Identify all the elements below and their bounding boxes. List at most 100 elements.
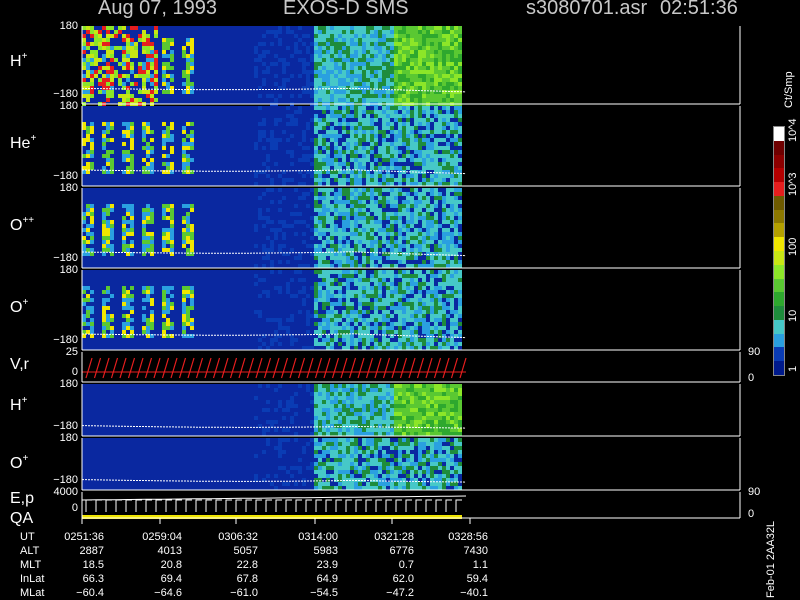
colorbar-segment <box>774 361 784 376</box>
panel-0-pixel <box>346 78 350 82</box>
panel-2-pixel <box>426 256 430 260</box>
panel-2-pixel <box>438 244 442 248</box>
panel-2-pixel <box>406 224 410 228</box>
panel-0-pixel <box>170 90 174 94</box>
panel-2-pixel <box>186 212 190 216</box>
panel-6-pixel <box>438 462 442 466</box>
panel-label: V,r <box>10 356 29 374</box>
panel-0-pixel <box>338 54 342 58</box>
panel-6-pixel <box>366 474 370 478</box>
panel-1-pixel <box>326 182 330 186</box>
panel-0-pixel <box>106 74 110 78</box>
panel-2-pixel <box>166 216 170 220</box>
panel-0-pixel <box>390 26 394 30</box>
panel-1-pixel <box>406 166 410 170</box>
panel-0-pixel <box>438 58 442 62</box>
panel-1-pixel <box>354 158 358 162</box>
panel-0-pixel <box>350 66 354 70</box>
panel-3-pixel <box>378 342 382 346</box>
panel-0-pixel <box>418 70 422 74</box>
panel-1-pixel <box>258 130 262 134</box>
panel-1-pixel <box>82 122 86 126</box>
panel-0-pixel <box>418 78 422 82</box>
panel-3-pixel <box>378 306 382 310</box>
panel-1-pixel <box>282 182 286 186</box>
panel-0-pixel <box>346 34 350 38</box>
panel-3-pixel <box>346 338 350 342</box>
panel-3-pixel <box>342 322 346 326</box>
panel-5-pixel <box>370 432 374 436</box>
panel-1-pixel <box>166 134 170 138</box>
panel-0-pixel <box>370 34 374 38</box>
panel-1-pixel <box>410 182 414 186</box>
panel-1-pixel <box>290 118 294 122</box>
panel-6-pixel <box>278 438 282 442</box>
panel-0-pixel <box>382 82 386 86</box>
ephem-value: 0314:00 <box>298 531 338 543</box>
panel-1-pixel <box>326 118 330 122</box>
panel-3-pixel <box>442 282 446 286</box>
panel-0-pixel <box>410 98 414 102</box>
panel-3-pixel <box>170 286 174 290</box>
panel-0-pixel <box>362 26 366 30</box>
panel-3-pixel <box>306 314 310 318</box>
panel-6-pixel <box>402 446 406 450</box>
panel-1-pixel <box>458 182 462 186</box>
panel-2-pixel <box>338 248 342 252</box>
panel-6-pixel <box>286 438 290 442</box>
panel-1-pixel <box>374 126 378 130</box>
panel-6-pixel <box>314 438 318 442</box>
panel-1-pixel <box>266 166 270 170</box>
panel-6-pixel <box>426 486 430 490</box>
panel-6-pixel <box>346 458 350 462</box>
panel-0-pixel <box>370 70 374 74</box>
panel-0-pixel <box>426 70 430 74</box>
panel-6-pixel <box>418 454 422 458</box>
panel-2-pixel <box>342 212 346 216</box>
panel-0-pixel <box>426 26 430 30</box>
panel-3-pixel <box>382 310 386 314</box>
panel-1-pixel <box>130 158 134 162</box>
panel-1-pixel <box>258 122 262 126</box>
panel-0-pixel <box>434 42 438 46</box>
panel-1-pixel <box>350 126 354 130</box>
panel-0-pixel <box>406 26 410 30</box>
panel-3-pixel <box>330 342 334 346</box>
panel-1-pixel <box>286 178 290 182</box>
panel-5-pixel <box>374 408 378 412</box>
panel-1-pixel <box>442 178 446 182</box>
panel-6-pixel <box>446 466 450 470</box>
panel-5-pixel <box>294 392 298 396</box>
panel-0-pixel <box>314 74 318 78</box>
panel-0-pixel <box>342 82 346 86</box>
panel-3-pixel <box>286 290 290 294</box>
panel-6-pixel <box>438 486 442 490</box>
panel-5-pixel <box>338 408 342 412</box>
panel-1-pixel <box>406 146 410 150</box>
panel-2-pixel <box>410 240 414 244</box>
panel-0-pixel <box>358 90 362 94</box>
panel-1-pixel <box>90 130 94 134</box>
panel-2-pixel <box>186 248 190 252</box>
panel-0-pixel <box>106 50 110 54</box>
panel-3-pixel <box>182 286 186 290</box>
panel-0-pixel <box>366 86 370 90</box>
panel-3-pixel <box>450 342 454 346</box>
panel-2-pixel <box>122 204 126 208</box>
panel-0-pixel <box>106 54 110 58</box>
panel-3-pixel <box>338 290 342 294</box>
panel-1-pixel <box>150 166 154 170</box>
panel-0-pixel <box>394 78 398 82</box>
panel-5-pixel <box>278 400 282 404</box>
panel-0-pixel <box>394 58 398 62</box>
panel-2-pixel <box>442 220 446 224</box>
panel-2-pixel <box>430 264 434 268</box>
panel-0-pixel <box>298 74 302 78</box>
panel-3-pixel <box>350 310 354 314</box>
panel-0-pixel <box>102 78 106 82</box>
panel-2-pixel <box>126 212 130 216</box>
panel-2-pixel <box>398 204 402 208</box>
panel-1-pixel <box>150 150 154 154</box>
panel-5-pixel <box>434 404 438 408</box>
panel-1-pixel <box>334 114 338 118</box>
